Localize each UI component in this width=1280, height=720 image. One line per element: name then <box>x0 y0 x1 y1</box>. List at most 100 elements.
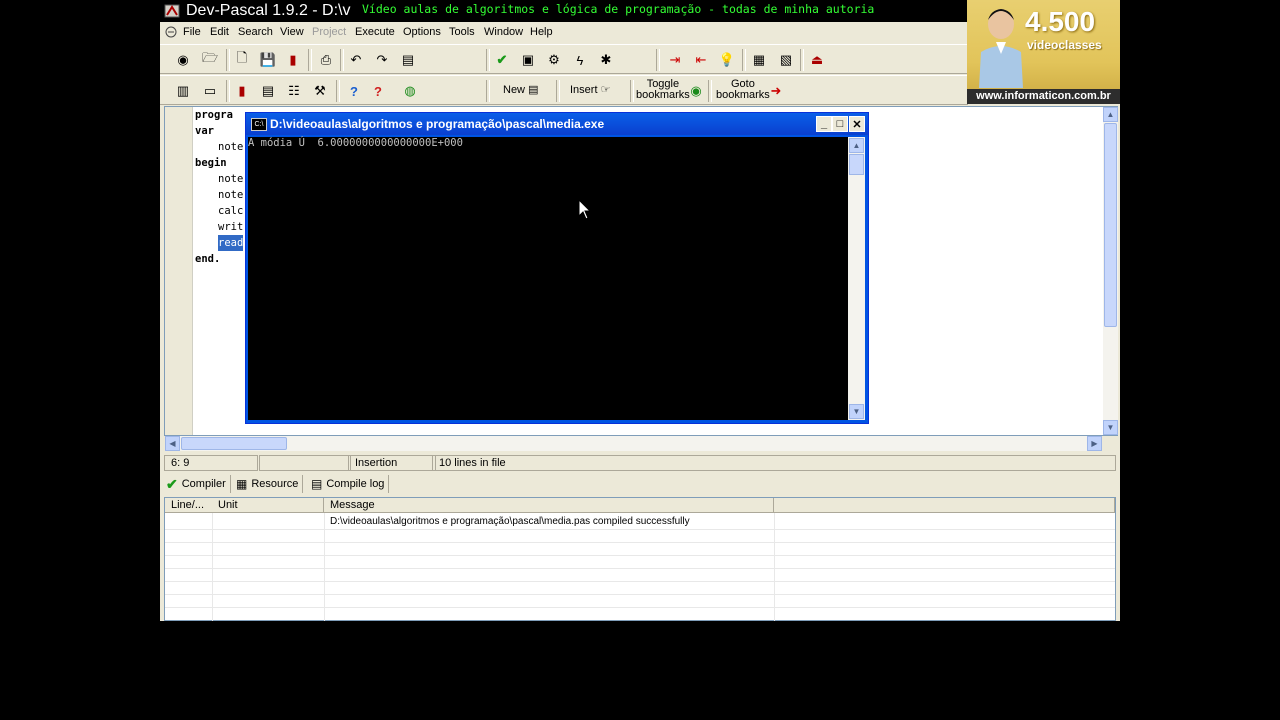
context-help-icon[interactable]: ? <box>368 81 388 101</box>
toolbar-separator <box>336 80 340 102</box>
goto-bookmarks-button[interactable]: Goto bookmarks <box>716 79 770 101</box>
presenter-photo <box>979 9 1023 88</box>
tab-compiler[interactable]: ✔ Compiler <box>166 475 231 493</box>
ad-banner[interactable]: 4.500 videoclasses www.informaticon.com.… <box>967 0 1120 104</box>
maximize-icon[interactable]: □ <box>832 116 848 132</box>
bulb-icon[interactable]: 💡 <box>717 50 737 70</box>
column-header-empty <box>774 498 1115 513</box>
scroll-down-icon[interactable]: ▼ <box>1103 420 1118 435</box>
hscroll-thumb[interactable] <box>181 437 287 450</box>
toolbar-secondary: ▥ ▭ ▮ ▤ ☷ ⚒ ? ? ◍ New ▤ Insert ☞ Toggle … <box>160 75 968 105</box>
remove-from-project-icon[interactable]: ▧ <box>776 50 796 70</box>
save-icon[interactable]: 💾 <box>258 50 278 70</box>
window-title: Dev-Pascal 1.9.2 - D:\v <box>186 2 351 19</box>
redo-icon[interactable]: ↷ <box>372 50 392 70</box>
code-line[interactable]: begin <box>195 155 227 171</box>
console-scroll-thumb[interactable] <box>849 154 864 175</box>
close-file-icon[interactable]: ▮ <box>283 50 303 70</box>
environment-options-icon[interactable]: ▤ <box>258 81 278 101</box>
code-line[interactable]: note <box>218 139 243 155</box>
status-mode: Insertion <box>348 455 436 471</box>
insert-button[interactable]: Insert ☞ <box>570 85 610 96</box>
editor-options-icon[interactable]: ☷ <box>284 81 304 101</box>
code-line[interactable]: note <box>218 187 243 203</box>
package-icon[interactable]: ▥ <box>173 81 193 101</box>
console-title-bar[interactable]: C:\ D:\videoaulas\algoritmos e programaç… <box>246 113 868 135</box>
toggle-bookmarks-label: Toggle bookmarks <box>636 78 690 101</box>
menu-tools[interactable]: Tools <box>449 26 475 38</box>
tab-resource[interactable]: ▦ Resource <box>236 475 304 493</box>
scroll-left-icon[interactable]: ◀ <box>165 436 180 451</box>
indent-icon[interactable]: ⇥ <box>665 50 685 70</box>
menu-execute[interactable]: Execute <box>355 26 395 38</box>
scroll-thumb[interactable] <box>1104 123 1117 327</box>
rebuild-icon[interactable]: ϟ <box>570 50 590 70</box>
compile-run-icon[interactable]: ⚙ <box>544 50 564 70</box>
console-title: D:\videoaulas\algoritmos e programação\p… <box>270 117 605 131</box>
menu-help[interactable]: Help <box>530 26 553 38</box>
window-list-icon[interactable]: ▭ <box>200 81 220 101</box>
minimize-icon[interactable]: _ <box>816 116 832 132</box>
status-bar: 6: 9 Insertion 10 lines in file <box>162 455 1118 472</box>
menu-search[interactable]: Search <box>238 26 273 38</box>
editor-vertical-scrollbar[interactable]: ▲ ▼ <box>1103 107 1118 435</box>
column-header-message[interactable]: Message <box>324 498 774 513</box>
compiler-options-icon[interactable]: ▮ <box>232 81 252 101</box>
toolbar-separator <box>308 49 312 71</box>
menu-view[interactable]: View <box>280 26 304 38</box>
open-icon[interactable]: 🗁 <box>200 50 220 70</box>
tab-compile-log[interactable]: ▤ Compile log <box>311 475 390 493</box>
help-icon[interactable]: ? <box>344 81 364 101</box>
console-output-text: A módia Ú 6.0000000000000000E+000 <box>248 137 463 149</box>
menu-file[interactable]: File <box>183 26 201 38</box>
row-message: D:\videoaulas\algoritmos e programação\p… <box>330 516 690 527</box>
console-scroll-down-icon[interactable]: ▼ <box>849 404 864 419</box>
web-icon[interactable]: ◍ <box>400 81 420 101</box>
table-row[interactable]: D:\videoaulas\algoritmos e programação\p… <box>165 515 1115 529</box>
toolbar-separator <box>226 80 230 102</box>
close-icon[interactable]: ✕ <box>849 116 865 132</box>
code-line[interactable]: calc <box>218 203 243 219</box>
toolbar-separator <box>630 80 634 102</box>
menu-app-icon <box>165 26 177 38</box>
column-header-unit[interactable]: Unit <box>212 498 324 513</box>
find-icon[interactable]: ▤ <box>398 50 418 70</box>
unindent-icon[interactable]: ⇤ <box>691 50 711 70</box>
code-line[interactable]: end. <box>195 251 220 267</box>
scroll-right-icon[interactable]: ▶ <box>1087 436 1102 451</box>
tools-icon[interactable]: ⚒ <box>310 81 330 101</box>
scroll-up-icon[interactable]: ▲ <box>1103 107 1118 122</box>
exit-icon[interactable]: ⏏ <box>807 50 827 70</box>
tab-compiler-label: Compiler <box>181 478 226 490</box>
menu-window[interactable]: Window <box>484 26 523 38</box>
run-window-icon[interactable]: ▣ <box>518 50 538 70</box>
new-file-icon[interactable]: 🗋 <box>232 50 252 70</box>
new-button[interactable]: New ▤ <box>503 85 538 96</box>
code-line[interactable]: var <box>195 123 214 139</box>
status-modified <box>259 455 351 471</box>
bookmark-toggle-icon: ◉ <box>690 83 702 98</box>
code-line[interactable]: writ <box>218 219 243 235</box>
add-to-project-icon[interactable]: ▦ <box>749 50 769 70</box>
code-line-selected[interactable]: read <box>218 235 244 251</box>
debug-icon[interactable]: ✱ <box>596 50 616 70</box>
menu-project[interactable]: Project <box>312 26 346 38</box>
project-icon[interactable]: ◉ <box>173 50 193 70</box>
new-label: New <box>503 84 526 96</box>
console-scrollbar[interactable]: ▲ ▼ <box>848 137 865 420</box>
column-header-line[interactable]: Line/... <box>165 498 213 513</box>
undo-icon[interactable]: ↶ <box>346 50 366 70</box>
menu-options[interactable]: Options <box>403 26 441 38</box>
toolbar-separator <box>656 49 660 71</box>
menu-edit[interactable]: Edit <box>210 26 229 38</box>
code-line[interactable]: progra <box>195 107 233 123</box>
toggle-bookmarks-button[interactable]: Toggle bookmarks <box>636 79 690 101</box>
compile-check-icon[interactable]: ✔ <box>492 50 512 70</box>
editor-horizontal-scrollbar[interactable]: ◀ ▶ <box>165 436 1102 451</box>
print-icon[interactable]: ⎙ <box>316 50 336 70</box>
tab-compile-log-label: Compile log <box>326 478 385 490</box>
console-output-area[interactable] <box>248 137 848 420</box>
editor-gutter <box>165 107 193 435</box>
console-scroll-up-icon[interactable]: ▲ <box>849 138 864 153</box>
code-line[interactable]: note <box>218 171 243 187</box>
